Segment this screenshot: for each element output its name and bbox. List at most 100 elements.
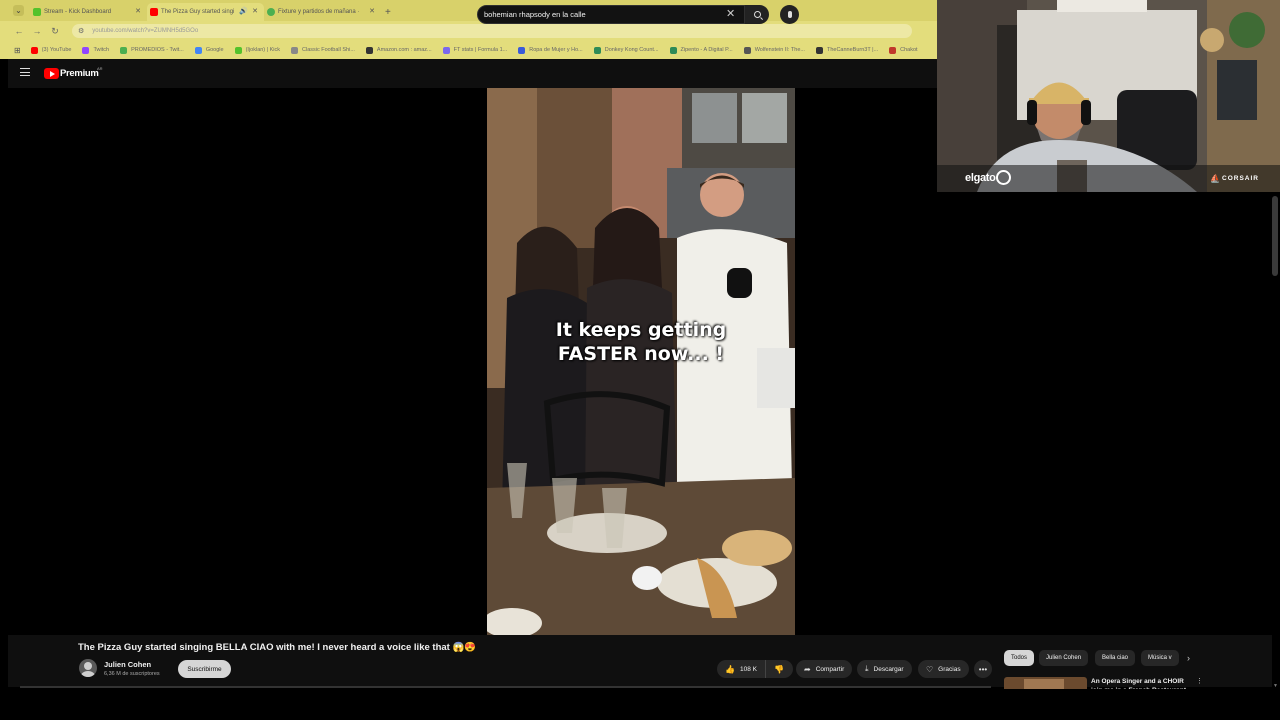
dislike-button[interactable]: 👎	[766, 665, 792, 674]
speaker-icon[interactable]: 🔊	[239, 7, 248, 15]
channel-avatar[interactable]	[79, 659, 97, 677]
download-icon: ⤓	[865, 664, 869, 673]
bookmark-label: Donkey Kong Count...	[604, 47, 659, 53]
search-query: bohemian rhapsody en la calle	[484, 10, 586, 19]
tab-fixture[interactable]: Fixture y partidos de mañana · ✕	[264, 3, 381, 21]
more-actions-button[interactable]: •••	[974, 660, 992, 678]
bookmark-label: Google	[205, 47, 224, 53]
corsair-logo: CORSAIR	[1222, 175, 1259, 182]
chip-bella-ciao[interactable]: Bella ciao	[1095, 650, 1136, 666]
url-text: youtube.com/watch?v=ZUMNH5d5GOo	[92, 28, 199, 34]
menu-icon[interactable]	[20, 68, 30, 76]
bookmark-item[interactable]: (3) YouTube	[30, 46, 72, 54]
thanks-label: Gracias	[938, 665, 961, 673]
bookmark-favicon-icon	[365, 46, 373, 54]
recommendation-title[interactable]: An Opera Singer and a CHOIR join me in a…	[1091, 677, 1191, 689]
screen: ⌄ Stream - Kick Dashboard ✕ The Pizza Gu…	[0, 0, 1280, 720]
more-horizontal-icon: •••	[978, 664, 988, 674]
close-tab-icon[interactable]: ✕	[369, 7, 375, 15]
site-info-icon[interactable]: ⚙	[78, 27, 84, 35]
address-bar[interactable]: ⚙ youtube.com/watch?v=ZUMNH5d5GOo	[72, 24, 912, 38]
video-title: The Pizza Guy started singing BELLA CIAO…	[78, 642, 477, 653]
close-tab-icon[interactable]: ✕	[252, 7, 258, 15]
recommendation-thumbnail[interactable]	[1004, 677, 1087, 689]
voice-search-button[interactable]	[780, 5, 799, 24]
bookmark-favicon-icon	[291, 46, 299, 54]
thanks-button[interactable]: ♡ Gracias	[918, 660, 969, 678]
search-input[interactable]: bohemian rhapsody en la calle	[477, 5, 745, 24]
bookmarks-bar: ⊞ (3) YouTube Twitch PROMEDIOS - Twit... Go…	[0, 41, 937, 59]
video-player[interactable]: It keeps getting FASTER now... !	[487, 88, 795, 635]
bookmark-favicon-icon	[815, 46, 823, 54]
bookmark-favicon-icon	[30, 46, 38, 54]
bookmark-label: (Ijoklan) | Kick	[245, 47, 281, 53]
bookmark-item[interactable]: Ropa de Mujer y Ho...	[518, 46, 583, 54]
like-dislike-group: 👍 108 K 👎	[717, 660, 793, 678]
bookmark-item[interactable]: FT stats | Formula 1...	[442, 46, 508, 54]
subscriber-count: 6,36 M de suscriptores	[104, 671, 160, 677]
share-icon: ➦	[804, 664, 811, 674]
download-button[interactable]: ⤓ Descargar	[857, 660, 912, 678]
clear-search-icon[interactable]: ✕	[726, 8, 735, 20]
apps-grid-icon[interactable]: ⊞	[14, 46, 21, 55]
bookmark-item[interactable]: Chakot	[889, 46, 918, 54]
share-button[interactable]: ➦ Compartir	[796, 660, 853, 678]
corsair-sails-icon: ⛵	[1210, 174, 1220, 183]
bookmark-favicon-icon	[442, 46, 450, 54]
bookmark-label: Wolfenstein II: The...	[754, 47, 805, 53]
back-arrow-icon[interactable]: ←	[10, 26, 28, 36]
bookmark-label: (3) YouTube	[41, 47, 72, 53]
bookmark-label: Ropa de Mujer y Ho...	[529, 47, 583, 53]
bookmark-item[interactable]: Donkey Kong Count...	[593, 46, 659, 54]
elgato-logo: elgato	[965, 172, 996, 184]
bookmark-item[interactable]: (Ijoklan) | Kick	[234, 46, 281, 54]
thumbs-down-icon: 👎	[773, 664, 784, 674]
tab-youtube-video[interactable]: The Pizza Guy started singi 🔊 ✕	[147, 3, 264, 21]
search-button[interactable]	[745, 5, 769, 24]
share-label: Compartir	[815, 665, 845, 673]
caption-line-1: It keeps getting	[555, 319, 727, 341]
tab-kick-dashboard[interactable]: Stream - Kick Dashboard ✕	[30, 3, 147, 21]
bookmark-item[interactable]: Amazon.com : amaz...	[365, 46, 432, 54]
tab-title: The Pizza Guy started singi	[161, 9, 235, 15]
webcam-overlay: elgato ⛵ CORSAIR	[937, 0, 1280, 192]
bookmark-item[interactable]: Google	[194, 46, 224, 54]
bookmark-label: TheCanneBurn3T |...	[826, 47, 879, 53]
bookmark-label: Zipento - A Digital P...	[680, 47, 733, 53]
youtube-favicon-icon	[150, 8, 158, 16]
page-scrollbar[interactable]	[1272, 196, 1278, 276]
bookmark-label: Chakot	[900, 47, 918, 53]
like-button[interactable]: 👍 108 K	[717, 660, 766, 678]
youtube-brand[interactable]: Premium	[60, 68, 99, 79]
microphone-icon	[787, 11, 792, 18]
bookmark-item[interactable]: TheCanneBurn3T |...	[815, 46, 879, 54]
bookmark-item[interactable]: PROMEDIOS - Twit...	[120, 46, 184, 54]
bookmark-item[interactable]: Zipento - A Digital P...	[669, 46, 733, 54]
bookmark-item[interactable]: Wolfenstein II: The...	[743, 46, 805, 54]
bookmark-item[interactable]: Twitch	[82, 46, 109, 54]
chip-julien-cohen[interactable]: Julien Cohen	[1039, 650, 1089, 666]
chip-todos[interactable]: Todos	[1004, 650, 1035, 666]
bookmark-item[interactable]: Classic Football Shi...	[291, 46, 355, 54]
caption-line-2: FASTER now... !	[557, 343, 725, 365]
tab-title: Stream - Kick Dashboard	[44, 9, 112, 15]
region-code: AR	[97, 66, 103, 71]
reload-icon[interactable]: ↻	[46, 26, 64, 37]
tab-search-icon[interactable]: ⌄	[13, 5, 24, 16]
more-vertical-icon[interactable]: ⋮	[1196, 677, 1203, 685]
bookmark-favicon-icon	[593, 46, 601, 54]
bookmark-label: FT stats | Formula 1...	[453, 47, 508, 53]
scroll-down-icon[interactable]: ▼	[1273, 683, 1278, 689]
chip-musica[interactable]: Música v	[1141, 650, 1179, 666]
bookmark-favicon-icon	[194, 46, 202, 54]
bookmark-favicon-icon	[889, 46, 897, 54]
youtube-logo-icon[interactable]	[44, 68, 59, 79]
chevron-right-icon[interactable]: ›	[1187, 653, 1190, 663]
subscribe-button[interactable]: Suscribirme	[178, 660, 231, 678]
channel-name[interactable]: Julien Cohen	[104, 660, 151, 669]
forward-arrow-icon[interactable]: →	[28, 26, 46, 36]
new-tab-button[interactable]: +	[385, 3, 391, 21]
close-tab-icon[interactable]: ✕	[135, 7, 141, 15]
download-label: Descargar	[873, 665, 904, 673]
bookmark-favicon-icon	[234, 46, 242, 54]
